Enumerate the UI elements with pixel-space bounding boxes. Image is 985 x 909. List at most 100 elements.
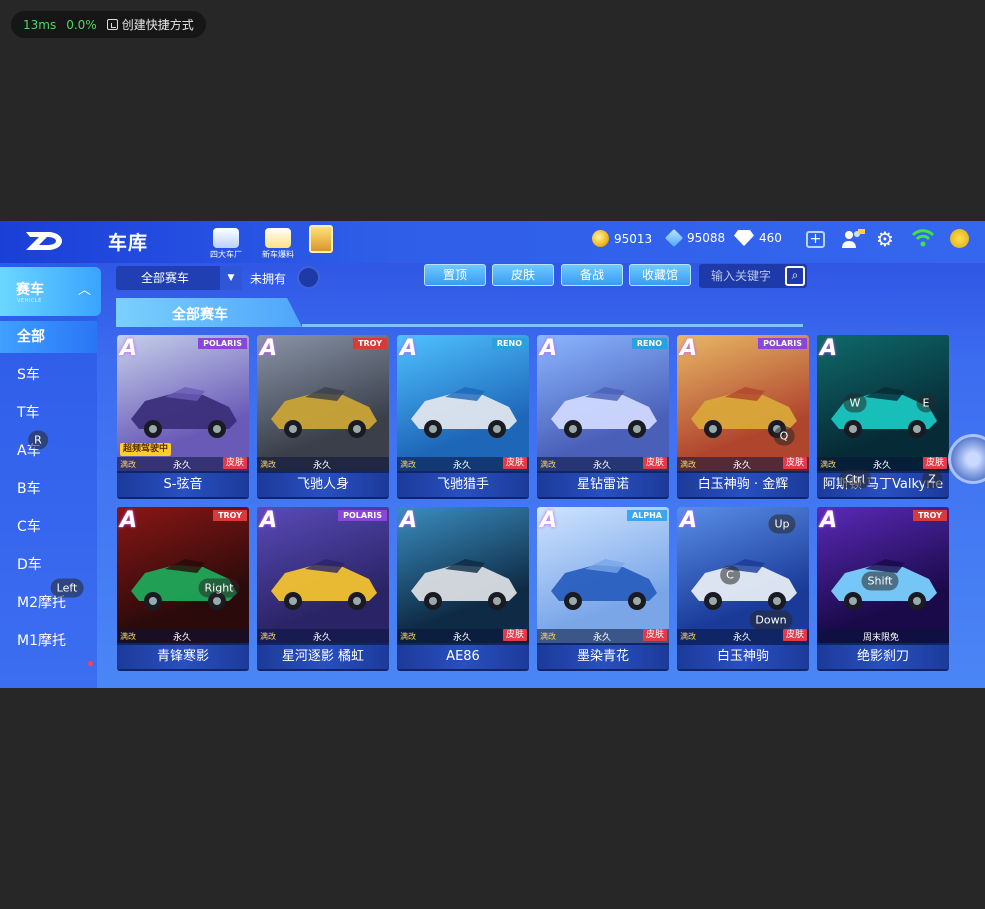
key-hint-z: Z [922,469,942,489]
settings-gear-icon[interactable]: ⚙ [876,229,896,249]
mod-status: 满改 [120,632,136,641]
car-name: 星河逐影 橘虹 [257,645,389,669]
friends-icon[interactable] [841,229,865,249]
ownership-term: 永久 [453,633,472,643]
ownership-term: 永久 [873,461,892,471]
scroll-knob[interactable] [948,434,985,484]
performance-overlay: 13ms 0.0% 创建快捷方式 [11,11,206,38]
grade-badge: A [400,336,418,361]
mod-status: 满改 [540,460,556,469]
car-name: 绝影刹刀 [817,645,949,669]
loss-text: 0.0% [66,17,97,32]
new-car-icon [265,228,291,248]
key-hint-left: Left [50,578,84,598]
car-name: 青锋寒影 [117,645,249,669]
add-currency-button[interactable]: + [806,231,825,248]
new-car-button[interactable]: 新车爆料 [256,224,300,260]
car-name: 飞驰人身 [257,473,389,497]
key-hint-down: Down [749,610,793,630]
factory-icon [213,228,239,248]
sidebar-item-s[interactable]: S车 [0,359,97,391]
car-card[interactable]: A RENO 满改 永久 皮肤 星钻雷诺 [537,335,669,499]
chevron-up-icon: ︿ [78,283,92,298]
mod-status: 满改 [260,460,276,469]
ownership-term: 永久 [733,633,752,643]
grade-badge: A [540,336,558,361]
car-icon [551,559,657,610]
search-input[interactable]: 输入关键字 ⌕ [699,264,807,288]
chevron-down-icon: ▼ [220,266,242,290]
sidebar-item-c[interactable]: C车 [0,511,97,543]
collection-button[interactable]: 收藏馆 [629,264,691,286]
page-title: 车库 [108,232,149,254]
mod-status: 满改 [120,460,136,469]
car-icon [271,559,377,610]
key-hint-shift: Shift [861,571,899,591]
brand-label: ALPHA [626,510,667,521]
key-hint-r: R [28,430,48,450]
key-hint-c: C [720,565,740,585]
car-name: S-弦音 [117,473,249,497]
key-hint-right: Right [198,578,240,598]
brand-label: POLARIS [338,510,387,521]
skin-badge: 皮肤 [642,629,667,641]
car-card[interactable]: A 满改 永久 皮肤 AE86 [397,507,529,671]
grade-badge: A [260,508,278,533]
sidebar-item-m1[interactable]: M1摩托 [0,625,97,657]
latency-text: 13ms [23,17,57,32]
coin-icon [592,230,609,247]
ownership-term: 永久 [173,633,192,643]
car-name: 白玉神驹 · 金辉 [677,473,809,497]
car-card[interactable]: A RENO 满改 永久 皮肤 飞驰猎手 [397,335,529,499]
skin-button[interactable]: 皮肤 [492,264,554,286]
car-icon [691,559,797,610]
car-icon [271,387,377,438]
car-card[interactable]: A POLARIS 满改 永久 皮肤 白玉神驹 · 金辉 [677,335,809,499]
pin-button[interactable]: 置顶 [424,264,486,286]
ownership-term: 永久 [593,633,612,643]
brand-label: POLARIS [198,338,247,349]
create-shortcut-button[interactable]: 创建快捷方式 [106,16,194,33]
ownership-term: 永久 [453,461,472,471]
skin-badge: 皮肤 [502,457,527,469]
skin-badge: 皮肤 [922,457,947,469]
ownership-term: 永久 [313,633,332,643]
key-hint-up: Up [768,514,796,534]
sidebar-item-a[interactable]: A车 [0,435,97,467]
diamond-icon [734,230,754,246]
skin-badge: 皮肤 [782,629,807,641]
car-name: 星钻雷诺 [537,473,669,497]
skin-badge: 皮肤 [782,457,807,469]
brand-label: RENO [631,338,667,349]
diamond-counter: 460 [734,230,782,246]
factory-button[interactable]: 四大车厂 [204,224,248,260]
sidebar-item-t[interactable]: T车 [0,397,97,429]
sidebar-item-d[interactable]: D车 [0,549,97,581]
sidebar-item-all[interactable]: 全部 [0,321,97,353]
car-card[interactable]: A ALPHA 满改 永久 皮肤 墨染青花 [537,507,669,671]
section-header: 全部赛车 [116,298,803,327]
car-name: 飞驰猎手 [397,473,529,497]
car-card[interactable]: A POLARIS 满改 永久 星河逐影 橘虹 [257,507,389,671]
prepare-button[interactable]: 备战 [561,264,623,286]
ownership-term: 永久 [733,461,752,471]
unowned-toggle[interactable] [297,266,320,289]
category-tab-vehicle[interactable]: 赛车 VEHICLE ︿ [0,267,101,316]
gift-icon[interactable] [309,225,333,253]
car-icon [131,387,237,438]
grade-badge: A [820,508,838,533]
coin-counter: 95013 [592,230,652,247]
car-icon [551,387,657,438]
search-icon[interactable]: ⌕ [785,266,805,286]
driving-badge: 超频驾驶中 [120,443,172,456]
sidebar-item-b[interactable]: B车 [0,473,97,505]
game-logo-icon [26,232,62,250]
car-card[interactable]: A POLARIS 超频驾驶中 满改 永久 皮肤 S-弦音 [117,335,249,499]
car-card[interactable]: A TROY 满改 永久 飞驰人身 [257,335,389,499]
voucher-counter: 95088 [664,228,725,248]
key-hint-w: W [843,393,867,413]
grade-badge: A [680,508,698,533]
grade-badge: A [260,336,278,361]
vehicle-filter-dropdown[interactable]: 全部赛车 ▼ [116,266,242,290]
ownership-term: 永久 [313,461,332,471]
